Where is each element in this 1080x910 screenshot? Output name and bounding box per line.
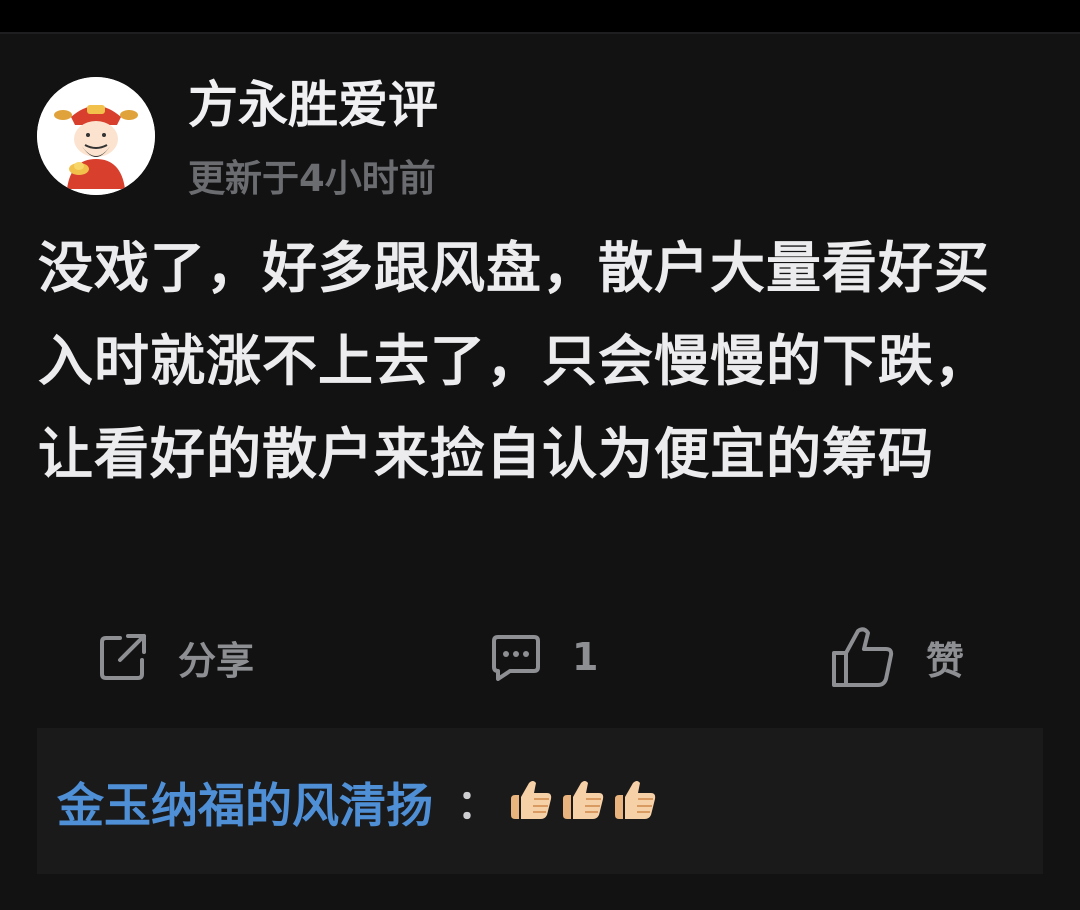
- post-card: 方永胜爱评 更新于4小时前 没戏了，好多跟风盘，散户大量看好买入时就涨不上去了，…: [0, 34, 1080, 910]
- share-button[interactable]: 分享: [98, 617, 254, 697]
- like-label: 赞: [926, 638, 965, 683]
- comment-button[interactable]: 1: [490, 617, 598, 697]
- thumbs-up-icon: [511, 781, 552, 819]
- status-bar: [0, 0, 1080, 34]
- thumbs-up-icon: [563, 781, 604, 819]
- avatar[interactable]: [37, 77, 155, 195]
- thumbs-up-icon: [832, 627, 894, 687]
- reply-separator: ：: [457, 782, 497, 828]
- share-icon: [100, 634, 146, 680]
- author-name[interactable]: 方永胜爱评: [188, 72, 438, 138]
- comment-icon: [492, 635, 540, 681]
- action-bar: 分享 1 赞: [0, 617, 1080, 697]
- thumbs-up-icon: [615, 781, 656, 819]
- like-button[interactable]: 赞: [830, 617, 964, 697]
- reply-emojis: [507, 777, 663, 825]
- fortune-god-avatar-icon: [37, 77, 155, 195]
- reply-preview[interactable]: 金玉纳福的风清扬 ：: [37, 728, 1043, 874]
- share-label: 分享: [178, 638, 255, 683]
- post-content: 没戏了，好多跟风盘，散户大量看好买入时就涨不上去了，只会慢慢的下跌，让看好的散户…: [38, 236, 991, 486]
- reply-username[interactable]: 金玉纳福的风清扬: [57, 767, 433, 836]
- comment-count: 1: [572, 635, 599, 679]
- reply-item: 金玉纳福的风清扬 ：: [57, 768, 663, 834]
- update-time: 更新于4小时前: [188, 157, 436, 200]
